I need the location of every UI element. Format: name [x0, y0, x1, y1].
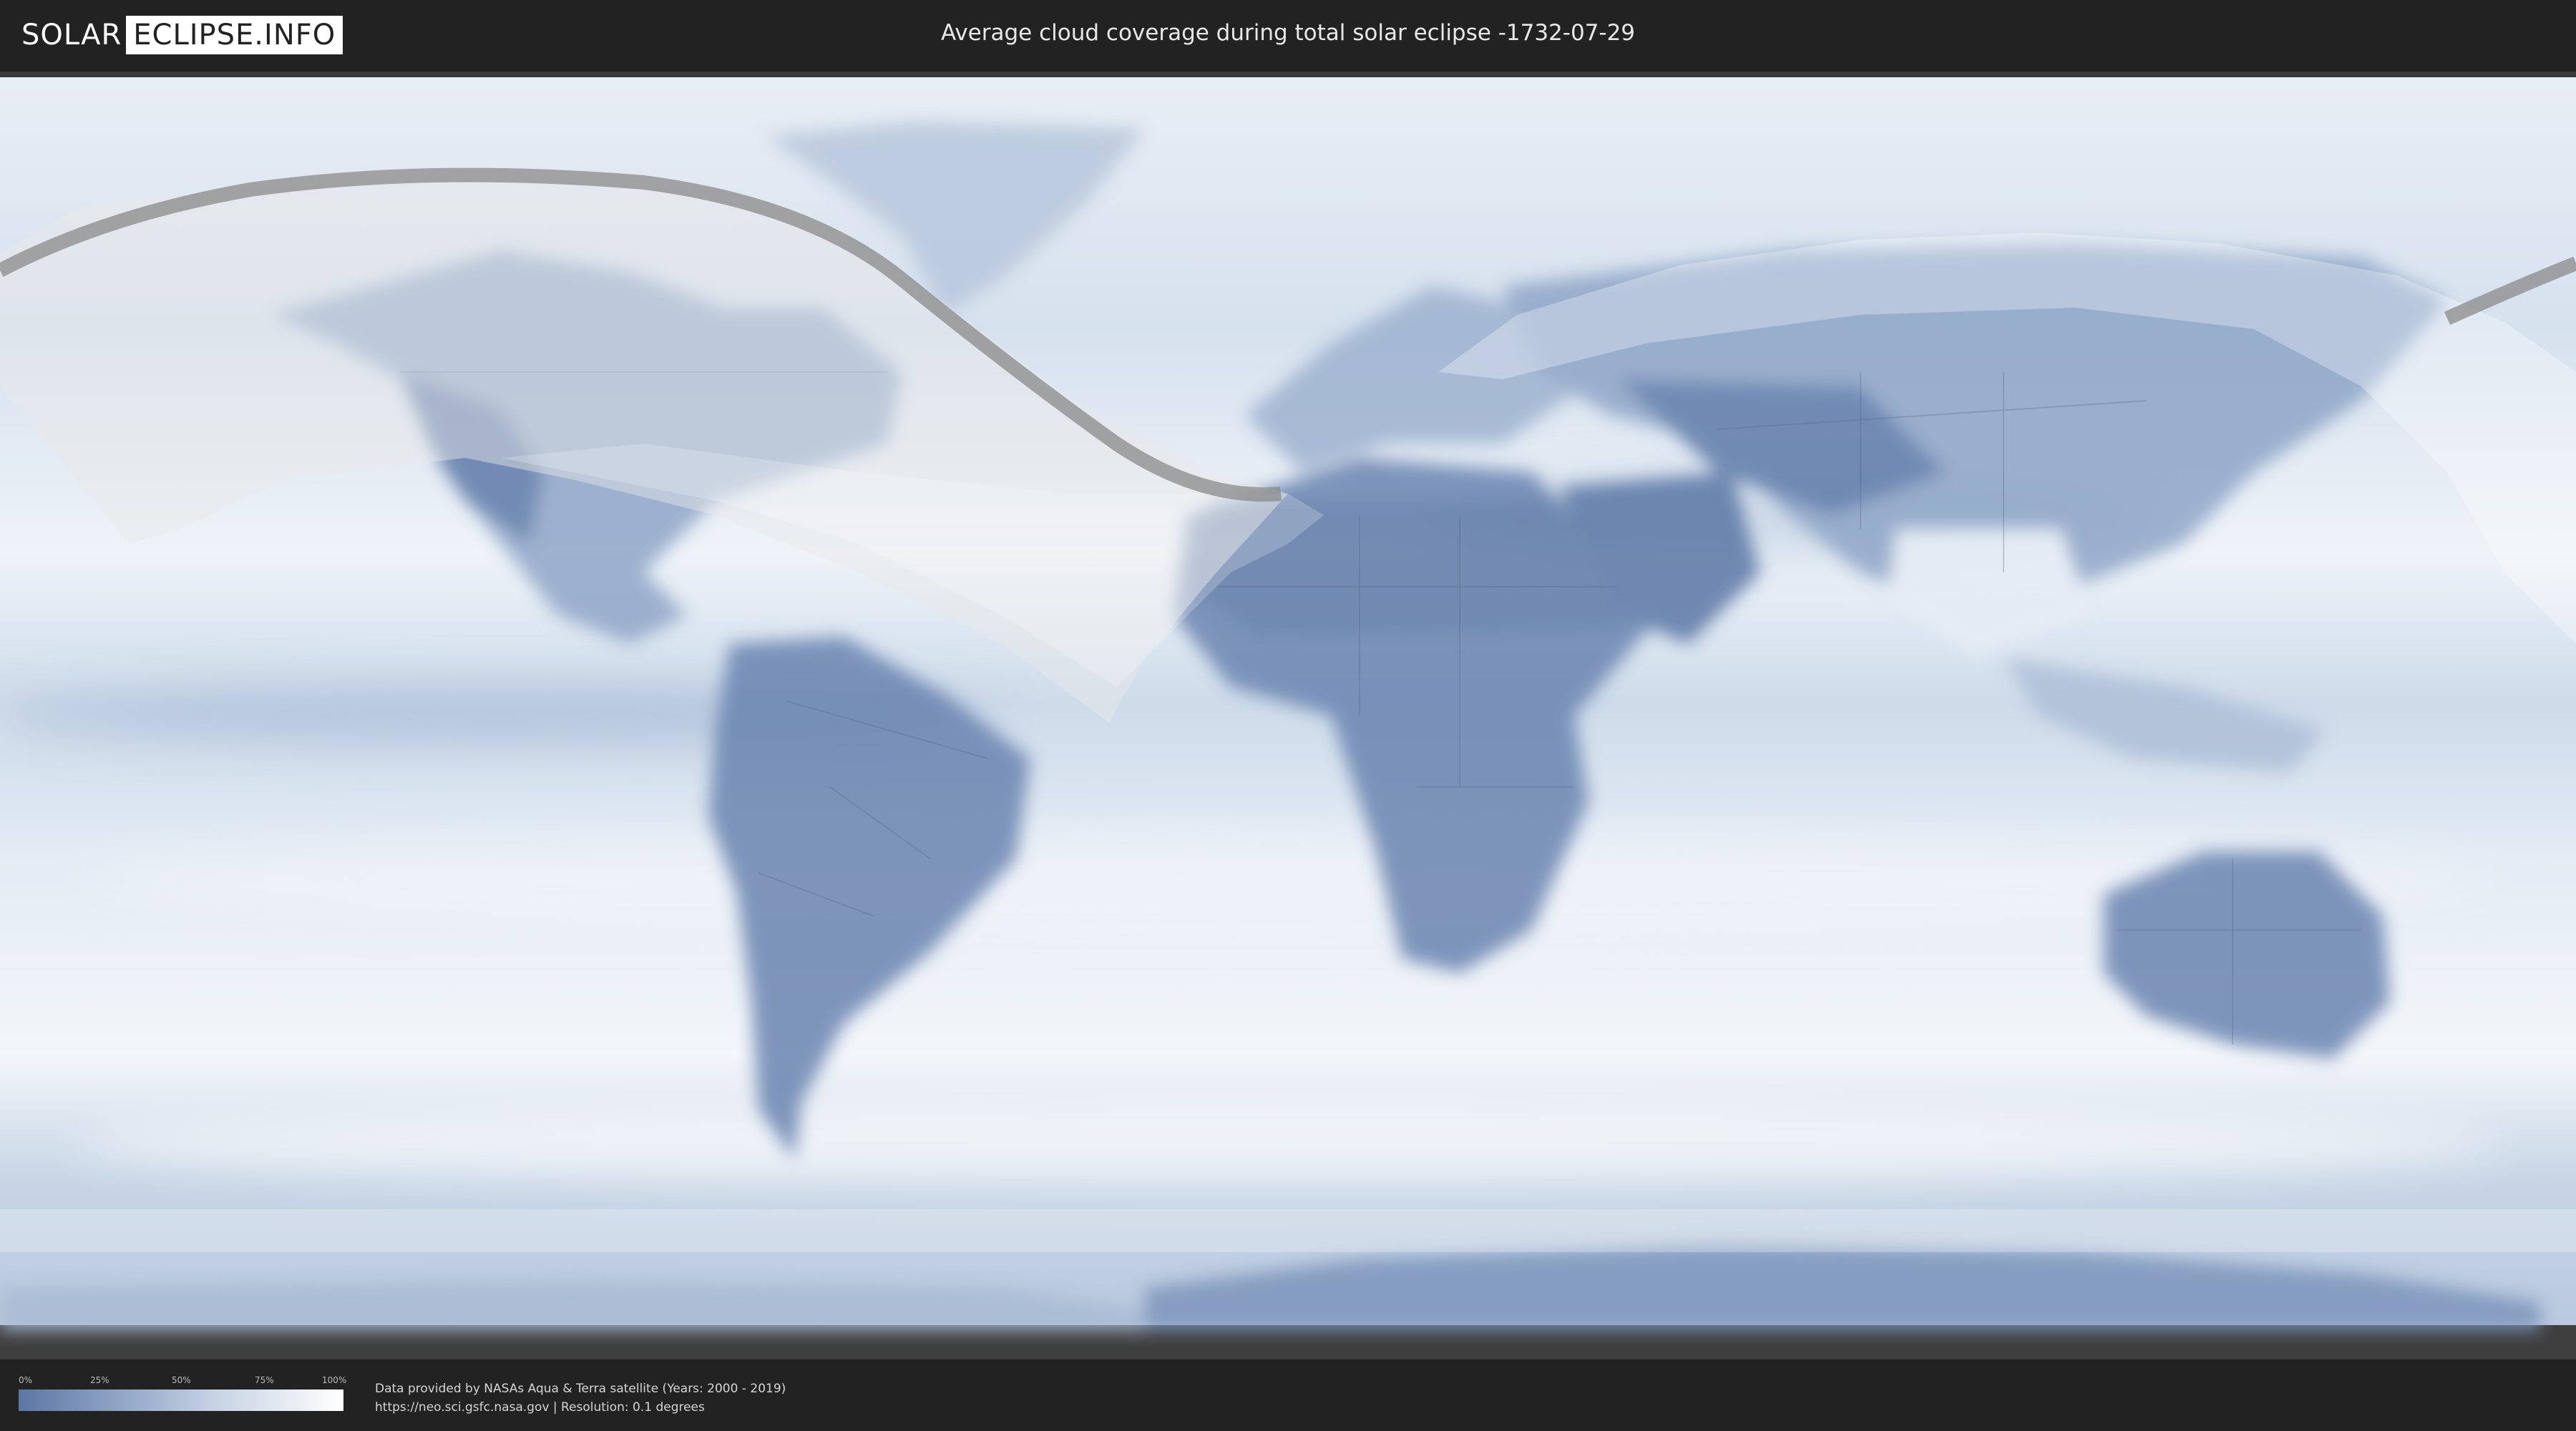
legend-ticks: 0% 25% 50% 75% 100% — [19, 1375, 347, 1387]
cloud-coverage-map — [0, 72, 2576, 1359]
legend-gradient-bar — [19, 1390, 343, 1411]
legend-tick-25: 25% — [90, 1375, 109, 1385]
footer: 0% 25% 50% 75% 100% Data provided by NAS… — [0, 1359, 2576, 1431]
map-svg — [0, 77, 2576, 1359]
legend-tick-50: 50% — [172, 1375, 191, 1385]
credits-line-2: https://neo.sci.gsfc.nasa.gov | Resoluti… — [375, 1400, 705, 1415]
coverage-legend: 0% 25% 50% 75% 100% — [19, 1375, 347, 1411]
legend-tick-0: 0% — [19, 1375, 33, 1385]
legend-tick-100: 100% — [322, 1375, 347, 1385]
lower-ice-band — [0, 1209, 2576, 1252]
page-title: Average cloud coverage during total sola… — [940, 20, 1636, 46]
legend-tick-75: 75% — [255, 1375, 274, 1385]
data-credits: Data provided by NASAs Aqua & Terra sate… — [375, 1379, 786, 1417]
credits-line-1: Data provided by NASAs Aqua & Terra sate… — [375, 1382, 786, 1396]
header: SOLAR ECLIPSE.INFO Average cloud coverag… — [0, 0, 2576, 72]
